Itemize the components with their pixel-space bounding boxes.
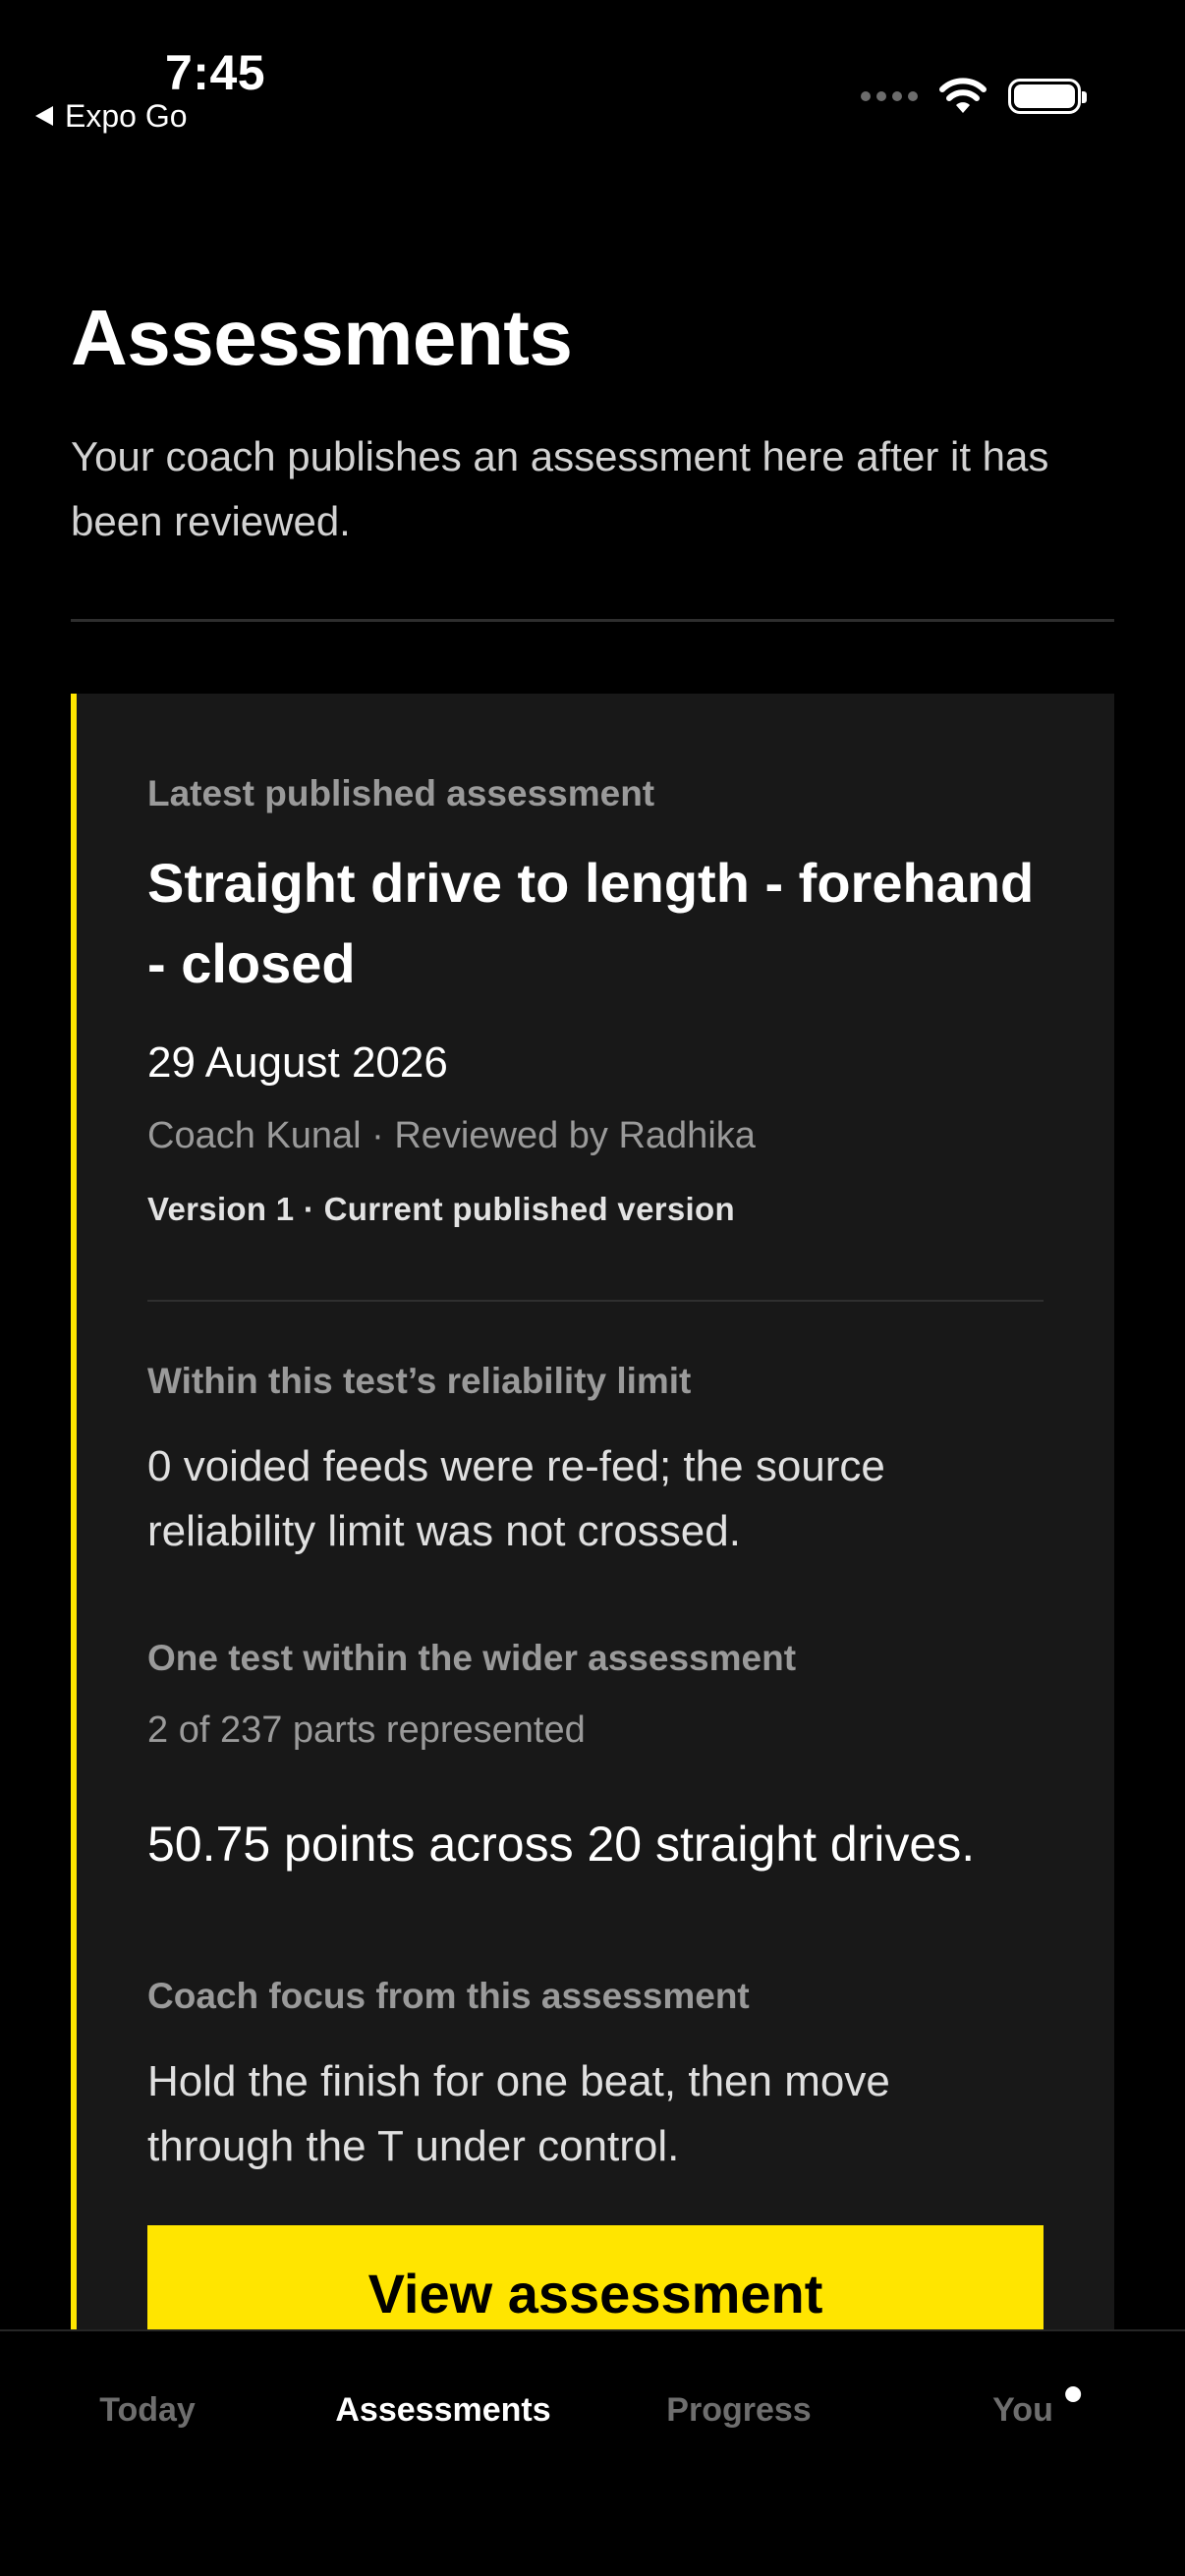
tab-you[interactable]: You	[992, 2380, 1081, 2439]
reliability-heading: Within this test’s reliability limit	[147, 1361, 692, 1401]
scope-heading: One test within the wider assessment	[147, 1638, 797, 1678]
latest-assessment-card: Latest published assessment Straight dri…	[71, 694, 1114, 2363]
scope-text: 2 of 237 parts represented	[147, 1709, 586, 1751]
coach-focus-text: Hold the finish for one beat, then move …	[147, 2057, 890, 2170]
reliability-text: 0 voided feeds were re-fed; the source r…	[147, 1442, 885, 1555]
header-divider	[71, 619, 1114, 622]
score-summary: 50.75 points across 20 straight drives.	[147, 1817, 976, 1872]
cellular-signal-icon	[861, 91, 918, 101]
wifi-icon	[939, 78, 987, 113]
card-eyebrow: Latest published assessment	[147, 773, 655, 813]
tab-bar: Today Assessments Progress You	[0, 2329, 1185, 2576]
tab-progress[interactable]: Progress	[666, 2380, 811, 2439]
back-triangle-icon	[35, 106, 53, 126]
coach-reviewer-line: Coach Kunal · Reviewed by Radhika	[147, 1115, 756, 1156]
back-to-expo-go[interactable]: Expo Go	[35, 96, 188, 136]
page-subtitle: Your coach publishes an assessment here …	[71, 433, 1049, 544]
assessment-title: Straight drive to length - forehand - cl…	[147, 852, 1035, 994]
tab-today[interactable]: Today	[99, 2380, 196, 2439]
coach-focus-heading: Coach focus from this assessment	[147, 1976, 750, 2016]
status-bar: 7:45 Expo Go	[0, 0, 1185, 147]
card-divider	[147, 1300, 1044, 1302]
status-icons	[861, 75, 1087, 118]
assessment-date: 29 August 2026	[147, 1038, 448, 1087]
notification-dot-icon	[1064, 2386, 1081, 2402]
tab-you-label: You	[992, 2391, 1053, 2429]
battery-icon	[1008, 79, 1087, 114]
version-line: Version 1 · Current published version	[147, 1191, 735, 1227]
page-title: Assessments	[71, 294, 573, 381]
tab-assessments[interactable]: Assessments	[335, 2380, 550, 2439]
status-time: 7:45	[165, 45, 266, 100]
back-label: Expo Go	[65, 98, 188, 134]
